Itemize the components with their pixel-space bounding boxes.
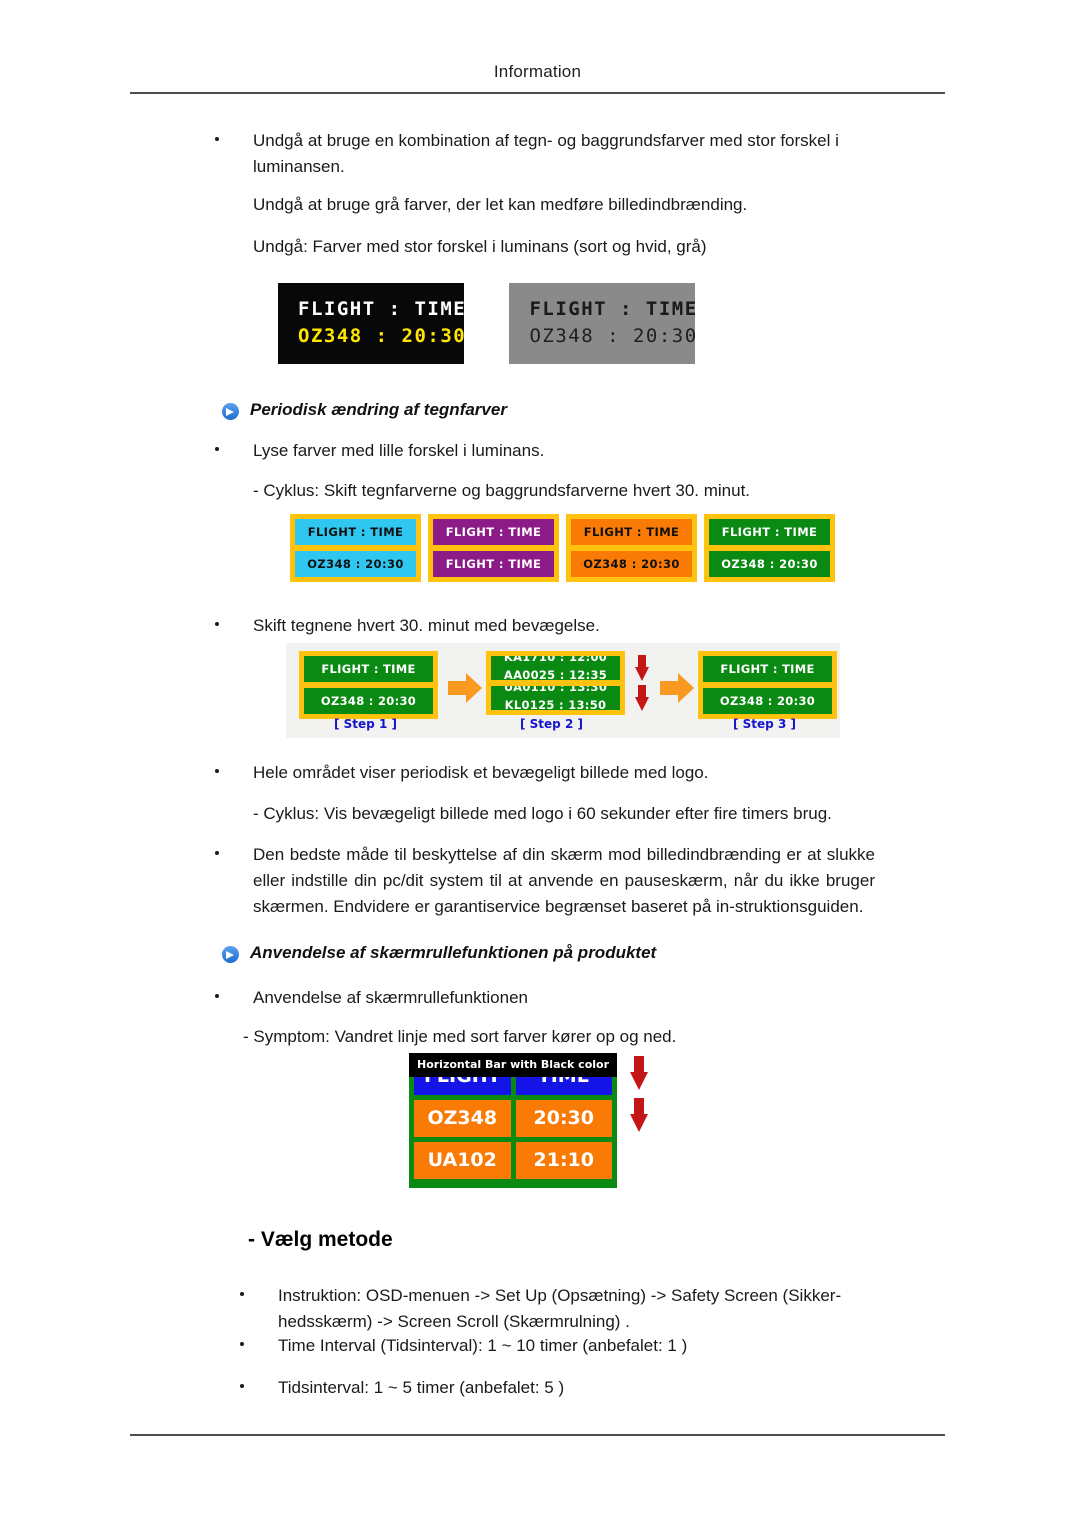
panel-line-2: FLIGHT : TIME [433, 551, 554, 577]
header-divider [130, 92, 945, 94]
bullet-item-6: Anvendelse af skærmrullefunktionen [215, 985, 875, 1011]
section-heading-periodic-color-change: Periodisk ændring af tegnfarver [222, 400, 842, 420]
cycle-panel-orange: FLIGHT : TIME OZ348 : 20:30 [566, 514, 697, 582]
board-row-flight: OZ348 : 20:30 [298, 325, 467, 347]
board-row-oz348: OZ348 20:30 [414, 1100, 612, 1137]
bullet-text: Skift tegnene hvert 30. minut med bevæge… [253, 616, 600, 635]
bullet-text: Lyse farver med lille forskel i luminans… [253, 441, 545, 460]
panel-line-2: OZ348 : 20:30 [571, 551, 692, 577]
figure-horizontal-bar-board: FLIGHT TIME OZ348 20:30 UA102 21:10 Hori… [409, 1053, 617, 1188]
footer-divider [130, 1434, 945, 1436]
panel-line-1: FLIGHT : TIME [709, 519, 830, 545]
bar-cell-left: UA102 [414, 1142, 511, 1179]
paragraph-cycle-30min: - Cyklus: Skift tegnfarverne og baggrund… [253, 481, 751, 500]
page-title: Information [493, 62, 582, 81]
step-2-label: [ Step 2 ] [520, 717, 583, 731]
paragraph-cycle-logo: - Cyklus: Vis bevægeligt billede med log… [253, 804, 832, 823]
orange-arrow-icon [448, 673, 482, 703]
panel-line-1: FLIGHT : TIME [295, 519, 416, 545]
section-heading-label: Periodisk ændring af tegnfarver [250, 400, 507, 419]
scrolling-cell-1: KA1710 : 12:00 AA0025 : 12:35 [491, 656, 620, 680]
flight-board-black: FLIGHT : TIME OZ348 : 20:30 [278, 283, 467, 364]
bullet-dot [215, 137, 219, 141]
red-down-arrow-icon [630, 1056, 648, 1090]
red-down-arrow-icon [630, 1098, 648, 1132]
paragraph-avoid-luminance: Undgå: Farver med stor forskel i luminan… [253, 237, 707, 256]
bar-cell-left: OZ348 [414, 1100, 511, 1137]
bullet-text: Undgå at bruge en kombination af tegn- o… [253, 131, 839, 176]
bullet-item-5: Den bedste måde til beskyttelse af din s… [215, 842, 875, 920]
section-heading-screen-scroll: Anvendelse af skærmrullefunktionen på pr… [222, 943, 862, 963]
page-header: Information [130, 62, 945, 82]
blue-arrow-icon [222, 403, 239, 420]
scroll-text-bottom: KL0125 : 13:50 [504, 698, 607, 710]
figure-color-cycle: FLIGHT : TIME OZ348 : 20:30 FLIGHT : TIM… [290, 514, 842, 582]
bullet-dot [215, 851, 219, 855]
paragraph-gray-colors: Undgå at bruge grå farver, der let kan m… [253, 195, 748, 214]
cycle-panel-purple: FLIGHT : TIME FLIGHT : TIME [428, 514, 559, 582]
panel-line-1: FLIGHT : TIME [433, 519, 554, 545]
board-row-ua102: UA102 21:10 [414, 1142, 612, 1179]
section-heading-label: Anvendelse af skærmrullefunktionen på pr… [250, 943, 657, 962]
board-row-header: FLIGHT : TIME [304, 656, 433, 682]
scrolling-cell-2: UA0110 : 13:30 KL0125 : 13:50 [491, 686, 620, 710]
bullet-dot [215, 994, 219, 998]
orange-arrow-icon [660, 673, 694, 703]
board-row-flight: OZ348 : 20:30 [304, 688, 433, 714]
bullet-dot [215, 622, 219, 626]
bullet-item-2: Lyse farver med lille forskel i luminans… [215, 438, 875, 464]
panel-line-1: FLIGHT : TIME [571, 519, 692, 545]
step-3-label: [ Step 3 ] [733, 717, 796, 731]
bullet-item-4: Hele området viser periodisk et bevægeli… [215, 760, 895, 786]
figure-luminance-demo: FLIGHT : TIME OZ348 : 20:30 FLIGHT : TIM… [278, 283, 698, 364]
bullet-text: Instruktion: OSD-menuen -> Set Up (Opsæt… [278, 1286, 842, 1331]
step-1-board: FLIGHT : TIME OZ348 : 20:30 [299, 651, 438, 719]
board-row-flight: OZ348 : 20:30 [529, 325, 698, 347]
panel-line-2: OZ348 : 20:30 [295, 551, 416, 577]
board-row-header: FLIGHT : TIME [703, 656, 832, 682]
bar-cell-right: 20:30 [515, 1100, 612, 1137]
bullet-text: Time Interval (Tidsinterval): 1 ~ 10 tim… [278, 1336, 688, 1355]
figure-step-diagram: FLIGHT : TIME OZ348 : 20:30 [ Step 1 ] K… [286, 643, 840, 738]
board-row-header: FLIGHT : TIME [529, 298, 698, 320]
flight-board-gray: FLIGHT : TIME OZ348 : 20:30 [509, 283, 698, 364]
step-3-board: FLIGHT : TIME OZ348 : 20:30 [698, 651, 837, 719]
scroll-text-top: KA1710 : 12:00 [503, 656, 608, 664]
scroll-text-top: UA0110 : 13:30 [503, 686, 608, 694]
horizontal-black-bar: Horizontal Bar with Black color [409, 1053, 617, 1077]
panel-line-2: OZ348 : 20:30 [709, 551, 830, 577]
red-down-arrow-icon [635, 685, 649, 711]
bullet-item-7: Instruktion: OSD-menuen -> Set Up (Opsæt… [240, 1283, 900, 1335]
subheading-select-method: - Vælg metode [248, 1228, 393, 1251]
bullet-dot [240, 1292, 244, 1296]
bar-cell-right: 21:10 [515, 1142, 612, 1179]
bullet-dot [215, 769, 219, 773]
paragraph-symptom: - Symptom: Vandret linje med sort farver… [243, 1027, 677, 1046]
step-1-label: [ Step 1 ] [334, 717, 397, 731]
red-down-arrow-icon [635, 655, 649, 681]
bullet-item-8: Time Interval (Tidsinterval): 1 ~ 10 tim… [240, 1333, 900, 1359]
bullet-text: Tidsinterval: 1 ~ 5 timer (anbefalet: 5 … [278, 1378, 565, 1397]
bullet-item-9: Tidsinterval: 1 ~ 5 timer (anbefalet: 5 … [240, 1375, 900, 1401]
bullet-item-1: Undgå at bruge en kombination af tegn- o… [215, 128, 875, 180]
bullet-item-3: Skift tegnene hvert 30. minut med bevæge… [215, 613, 875, 639]
bullet-text: Anvendelse af skærmrullefunktionen [253, 988, 528, 1007]
board-row-flight: OZ348 : 20:30 [703, 688, 832, 714]
step-2-board: KA1710 : 12:00 AA0025 : 12:35 UA0110 : 1… [486, 651, 625, 715]
bullet-dot [240, 1384, 244, 1388]
bullet-dot [240, 1342, 244, 1346]
cycle-panel-green: FLIGHT : TIME OZ348 : 20:30 [704, 514, 835, 582]
bullet-dot [215, 447, 219, 451]
board-row-header: FLIGHT : TIME [298, 298, 467, 320]
bullet-text: Den bedste måde til beskyttelse af din s… [253, 845, 875, 916]
bullet-text: Hele området viser periodisk et bevægeli… [253, 763, 709, 782]
blue-arrow-icon [222, 946, 239, 963]
scroll-text-bottom: AA0025 : 12:35 [503, 668, 608, 680]
cycle-panel-cyan: FLIGHT : TIME OZ348 : 20:30 [290, 514, 421, 582]
